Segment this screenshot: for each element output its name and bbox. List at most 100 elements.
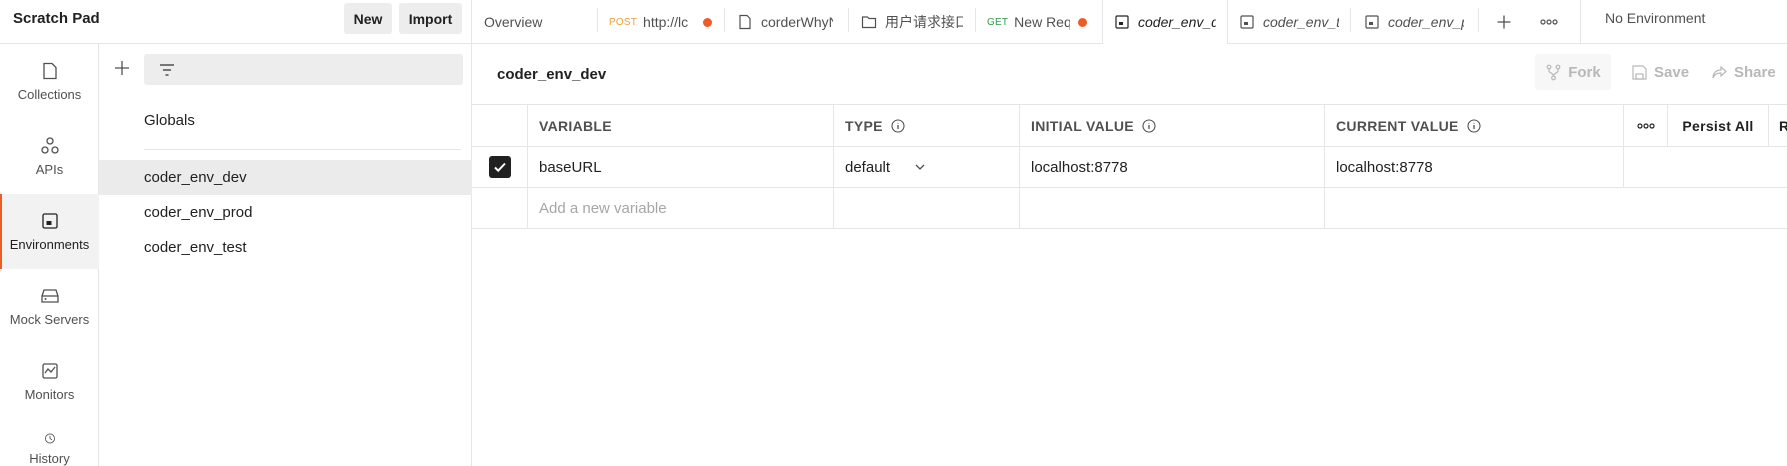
monitors-icon xyxy=(41,363,58,379)
rail-item-collections[interactable]: Collections xyxy=(0,44,99,119)
share-icon xyxy=(1712,65,1727,78)
unsaved-dot-icon xyxy=(1078,17,1087,27)
tab-user-requests[interactable]: 用户请求接口 xyxy=(861,0,971,44)
persist-all-button[interactable]: Persist All xyxy=(1668,105,1769,146)
tab-divider xyxy=(724,8,725,32)
enabled-cell xyxy=(472,147,528,187)
environments-icon xyxy=(41,213,58,229)
new-row-select-cell xyxy=(472,188,528,228)
more-options-icon xyxy=(1636,122,1655,129)
info-icon[interactable] xyxy=(1467,118,1481,133)
row-spacer xyxy=(1624,147,1668,187)
create-environment-button[interactable] xyxy=(111,57,133,79)
history-icon xyxy=(44,433,55,444)
chevron-down-icon xyxy=(915,164,925,170)
collections-icon xyxy=(42,62,57,80)
rail-item-label: APIs xyxy=(35,162,64,177)
save-label: Save xyxy=(1654,63,1690,81)
reset-all-button[interactable]: R xyxy=(1769,105,1787,146)
variable-type-select[interactable]: default xyxy=(834,147,1020,187)
sidebar-item-coder-env-prod[interactable]: coder_env_prod xyxy=(99,195,472,230)
tab-divider xyxy=(848,8,849,32)
tab-coder-env-test[interactable]: coder_env_t xyxy=(1239,0,1339,44)
filter-icon[interactable] xyxy=(158,61,176,79)
enabled-checkbox[interactable] xyxy=(488,156,511,178)
environment-editor: coder_env_dev Fork Save Share VARIABLE T… xyxy=(472,44,1787,466)
rail-item-mock-servers[interactable]: Mock Servers xyxy=(0,269,99,344)
tab-label: coder_env_p xyxy=(1388,14,1464,30)
current-value-cell[interactable]: localhost:8778 xyxy=(1325,147,1624,187)
tab-divider xyxy=(1478,8,1479,32)
table-row: baseURL default localhost:8778 localhost… xyxy=(472,147,1787,188)
header-type: TYPE xyxy=(834,105,1020,146)
new-button[interactable]: New xyxy=(344,3,392,34)
rail-item-label: Mock Servers xyxy=(9,312,90,327)
environments-sidebar: Globals coder_env_dev coder_env_prod cod… xyxy=(99,44,472,466)
tab-divider xyxy=(597,8,598,32)
more-options-icon xyxy=(1540,19,1558,25)
request-doc-icon xyxy=(739,14,751,30)
environment-icon xyxy=(1115,15,1129,29)
search-input[interactable] xyxy=(144,54,463,85)
rail-item-environments[interactable]: Environments xyxy=(0,194,99,269)
rail-item-apis[interactable]: APIs xyxy=(0,119,99,194)
checkmark-icon xyxy=(493,162,506,173)
rail-item-label: History xyxy=(29,451,70,466)
new-current-cell[interactable] xyxy=(1325,188,1624,228)
new-initial-cell[interactable] xyxy=(1020,188,1325,228)
plus-icon xyxy=(1497,15,1511,29)
rail-item-label: Environments xyxy=(9,237,90,252)
tab-label: New Req xyxy=(1014,14,1070,30)
environment-selector[interactable]: No Environment xyxy=(1580,0,1787,44)
tab-overview[interactable]: Overview xyxy=(484,0,584,44)
tab-label: coder_env_t xyxy=(1263,14,1339,30)
column-options-button[interactable] xyxy=(1624,105,1668,146)
tab-options-button[interactable] xyxy=(1535,0,1563,44)
initial-value-cell[interactable]: localhost:8778 xyxy=(1020,147,1325,187)
rail-item-monitors[interactable]: Monitors xyxy=(0,344,99,419)
sidebar-divider xyxy=(144,149,461,150)
sidebar-item-coder-env-test[interactable]: coder_env_test xyxy=(99,230,472,265)
mock-servers-icon xyxy=(40,289,59,303)
sidebar-item-coder-env-dev[interactable]: coder_env_dev xyxy=(99,160,472,195)
environment-selector-label: No Environment xyxy=(1605,10,1706,26)
header-current-value: CURRENT VALUE xyxy=(1325,105,1624,146)
info-icon[interactable] xyxy=(1142,118,1156,133)
variable-name-cell[interactable]: baseURL xyxy=(528,147,834,187)
top-bar: Scratch Pad New Import Overview POST htt… xyxy=(0,0,1787,44)
fork-icon xyxy=(1546,64,1561,80)
new-type-cell[interactable] xyxy=(834,188,1020,228)
table-header-row: VARIABLE TYPE INITIAL VALUE CURRENT VALU… xyxy=(472,104,1787,147)
tab-label: coder_env_d xyxy=(1138,14,1216,30)
tab-label: 用户请求接口 xyxy=(885,14,963,30)
tab-coder-env-prod[interactable]: coder_env_p xyxy=(1364,0,1464,44)
sidebar-item-globals[interactable]: Globals xyxy=(99,103,472,138)
unsaved-dot-icon xyxy=(703,17,713,27)
get-method-badge: GET xyxy=(987,16,1009,28)
info-icon[interactable] xyxy=(891,118,905,133)
rail-item-history[interactable]: History xyxy=(0,419,99,466)
fork-button[interactable]: Fork xyxy=(1535,54,1611,90)
rail-item-label: Monitors xyxy=(24,387,75,402)
import-button[interactable]: Import xyxy=(399,3,462,34)
tab-corderwhyn[interactable]: corderWhyN xyxy=(737,0,837,44)
environment-icon xyxy=(1365,15,1379,29)
save-icon xyxy=(1632,64,1647,80)
share-button[interactable]: Share xyxy=(1711,54,1776,90)
tab-label: http://lc xyxy=(643,14,689,30)
tab-get-request[interactable]: GET New Req xyxy=(987,0,1087,44)
header-variable: VARIABLE xyxy=(528,105,834,146)
tab-divider xyxy=(975,8,976,32)
add-variable-input[interactable]: Add a new variable xyxy=(528,188,834,228)
new-tab-button[interactable] xyxy=(1492,0,1516,44)
tab-divider xyxy=(1350,8,1351,32)
tab-post-request[interactable]: POST http://lc xyxy=(609,0,723,44)
workspace-header: Scratch Pad New Import xyxy=(0,0,472,44)
workspace-title[interactable]: Scratch Pad xyxy=(13,10,100,27)
tab-label: corderWhyN xyxy=(761,14,833,30)
type-value: default xyxy=(845,158,891,176)
tab-coder-env-dev[interactable]: coder_env_d xyxy=(1102,0,1228,44)
header-select-cell xyxy=(472,105,528,146)
save-button[interactable]: Save xyxy=(1631,54,1689,90)
page-title[interactable]: coder_env_dev xyxy=(497,66,606,83)
